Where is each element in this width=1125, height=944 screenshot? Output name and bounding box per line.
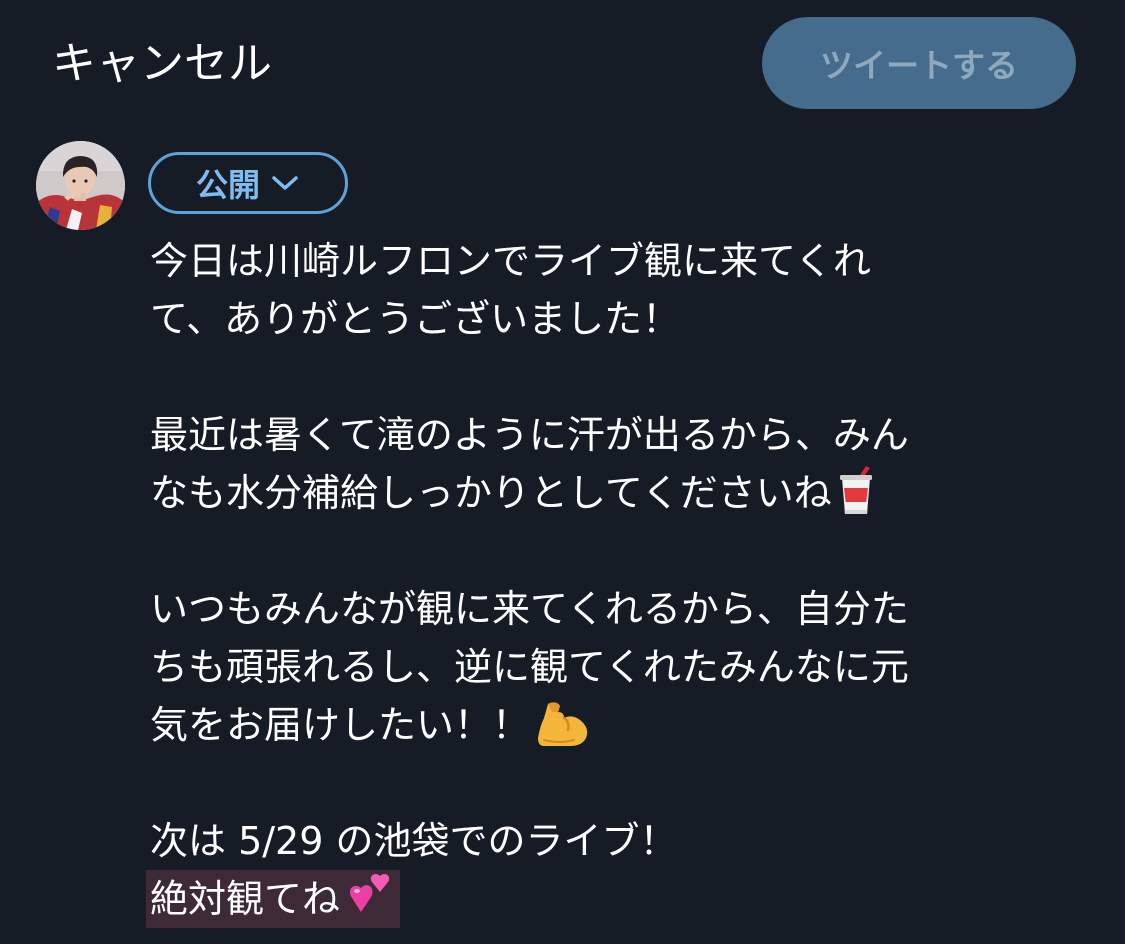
tweet-paragraph: 今日は川崎ルフロンでライブ観に来てくれ て、ありがとうございました！	[150, 232, 1080, 348]
text-line-wrap: なも水分補給しっかりとしてくださいね	[150, 464, 1080, 522]
two-hearts-icon	[349, 873, 390, 912]
text-line-wrap: 気をお届けしたい！！	[150, 696, 1080, 754]
audience-label: 公開	[195, 166, 260, 204]
text-line: 絶対観てね	[150, 877, 341, 921]
tweet-button[interactable]: ツイートする	[762, 17, 1076, 109]
flexed-biceps-icon	[538, 702, 588, 746]
audience-selector[interactable]: 公開	[148, 152, 348, 214]
text-selection-highlight: 絶対観てね	[146, 870, 401, 928]
avatar[interactable]	[36, 141, 125, 230]
text-line: なも水分補給しっかりとしてくださいね	[150, 471, 832, 515]
text-line: 今日は川崎ルフロンでライブ観に来てくれ	[150, 239, 871, 283]
text-line: て、ありがとうございました！	[150, 297, 681, 341]
chevron-down-icon	[272, 176, 298, 190]
text-line-wrap: 絶対観てね	[146, 870, 1080, 928]
tweet-paragraph: 最近は暑くて滝のように汗が出るから、みん なも水分補給しっかりとしてくださいね	[150, 406, 1080, 522]
tweet-paragraph: いつもみんなが観に来てくれるから、自分た ちも頑張れるし、逆に観てくれたみんなに…	[150, 580, 1080, 754]
avatar-image	[36, 141, 125, 230]
text-line: いつもみんなが観に来てくれるから、自分た	[150, 587, 909, 631]
text-line: 次は 5/29 の池袋でのライブ！	[150, 819, 678, 863]
cancel-button[interactable]: キャンセル	[52, 34, 272, 94]
tweet-text-area[interactable]: 今日は川崎ルフロンでライブ観に来てくれ て、ありがとうございました！ 最近は暑く…	[146, 232, 1080, 928]
cup-with-straw-icon	[839, 466, 872, 514]
text-line: ちも頑張れるし、逆に観てくれたみんなに元	[150, 645, 909, 689]
text-line: 最近は暑くて滝のように汗が出るから、みん	[150, 413, 909, 457]
text-line: 気をお届けしたい！！	[150, 703, 531, 747]
tweet-paragraph: 次は 5/29 の池袋でのライブ！ 絶対観てね	[146, 812, 1080, 928]
tweet-composer-screen: キャンセル ツイートする 公開 今日は川崎ルフロンでライブ観に来てくれ て、あり…	[0, 0, 1125, 944]
